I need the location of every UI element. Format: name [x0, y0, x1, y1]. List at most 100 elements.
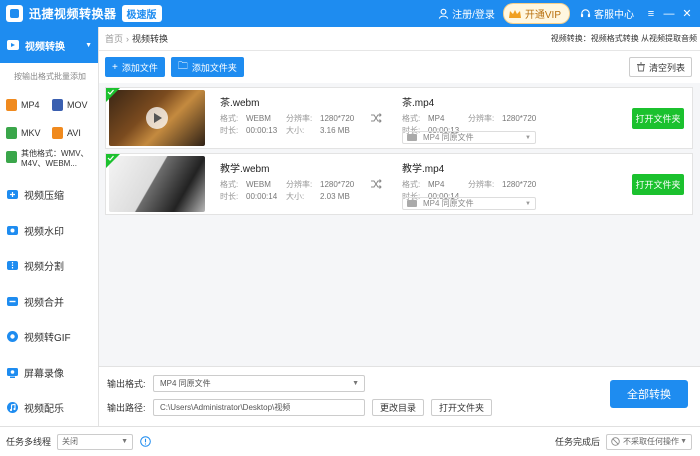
crown-icon — [508, 9, 521, 18]
format-avi[interactable]: AVI — [52, 119, 98, 147]
open-output-folder-button[interactable]: 打开文件夹 — [431, 399, 493, 416]
split-icon — [7, 261, 18, 271]
format-mov[interactable]: MOV — [52, 91, 98, 119]
clear-list-label: 清空列表 — [648, 62, 685, 73]
clear-list-button[interactable]: 清空列表 — [628, 57, 692, 77]
source-duration: 00:00:14 — [246, 192, 278, 201]
output-settings-panel: 输出格式: MP4 同原文件 ▼ 输出路径: C:\Users\Administ… — [99, 366, 700, 426]
format-label: 格式: — [220, 180, 239, 189]
close-button[interactable]: ✕ — [678, 0, 696, 27]
main-panel: 首页 › 视频转换 视频转换：视频格式转换 从视频提取音频 + 添加文件 🗀 添… — [99, 27, 700, 426]
output-format-select[interactable]: MP4 同原文件 ▼ — [402, 131, 536, 144]
sidebar-item-label: 视频配乐 — [24, 404, 64, 416]
breadcrumb-separator: › — [126, 33, 130, 44]
sidebar-item-split[interactable]: 视频分割 — [0, 248, 98, 284]
login-button[interactable]: 注册/登录 — [438, 6, 495, 21]
video-thumbnail[interactable] — [109, 156, 205, 212]
app-title: 迅捷视频转换器 — [29, 7, 117, 21]
sidebar-hint: 按输出格式批量添加 — [14, 72, 86, 81]
sidebar-item-label: 视频压缩 — [24, 191, 64, 203]
after-task-label: 任务完成后 — [554, 437, 600, 447]
checkmark-icon[interactable] — [106, 88, 120, 102]
play-icon[interactable] — [146, 107, 168, 129]
login-label: 注册/登录 — [452, 10, 495, 21]
sidebar-item-video-convert[interactable]: 视频转换 ▼ — [0, 27, 98, 63]
headset-icon — [580, 9, 591, 18]
mp4-file-icon — [6, 99, 17, 111]
sidebar-item-compress[interactable]: 视频压缩 — [0, 177, 98, 213]
source-format: WEBM — [246, 180, 271, 189]
resolution-label: 分辨率: — [286, 180, 313, 189]
toolbar: + 添加文件 🗀 添加文件夹 清空列表 — [99, 51, 700, 83]
output-format-select[interactable]: MP4 同原文件 ▼ — [402, 197, 536, 210]
video-camera-icon — [407, 200, 417, 207]
checkmark-icon[interactable] — [106, 154, 120, 168]
folder-icon: 🗀 — [177, 60, 188, 72]
edition-badge: 极速版 — [121, 5, 162, 22]
trash-icon — [636, 62, 645, 72]
avi-file-icon — [52, 127, 63, 139]
breadcrumb-home[interactable]: 首页 — [105, 32, 123, 45]
breadcrumb-current: 视频转换 — [132, 34, 169, 44]
format-mkv[interactable]: MKV — [6, 119, 52, 147]
shuffle-icon — [371, 113, 382, 123]
shuffle-icon — [371, 179, 382, 189]
output-path-field[interactable]: C:\Users\Administrator\Desktop\视频 — [153, 399, 365, 416]
compress-icon — [7, 190, 18, 200]
sidebar-item-gif[interactable]: 视频转GIF — [0, 319, 98, 355]
chevron-down-icon: ▼ — [680, 438, 687, 445]
format-mp4[interactable]: MP4 — [6, 91, 52, 119]
add-folder-button[interactable]: 🗀 添加文件夹 — [170, 57, 244, 77]
output-format-value: MP4 同原文件 — [423, 199, 474, 208]
open-folder-button[interactable]: 打开文件夹 — [632, 174, 684, 195]
record-icon — [7, 367, 18, 378]
info-icon[interactable] — [140, 436, 151, 447]
video-thumbnail[interactable] — [109, 90, 205, 146]
other-format-line2: M4V、WEBM... — [21, 159, 78, 168]
source-filename: 教学.webm — [220, 164, 270, 175]
list-item: 茶.webm 格式: WEBM 分辨率: 1280*720 时长: 00:00:… — [105, 87, 693, 149]
multithread-label: 任务多线程 — [6, 437, 52, 447]
open-folder-button[interactable]: 打开文件夹 — [632, 108, 684, 129]
convert-all-button[interactable]: 全部转换 — [610, 380, 688, 408]
after-task-select[interactable]: 不采取任何操作 ▼ — [606, 433, 692, 450]
duration-label: 时长: — [220, 126, 239, 135]
status-bar: 任务多线程 关闭 ▼ 任务完成后 不采取任何操作 ▼ — [0, 426, 700, 456]
user-icon — [438, 8, 449, 19]
sidebar-item-music[interactable]: 视频配乐 — [0, 390, 98, 426]
mkv-file-icon — [6, 127, 17, 139]
output-filename: 教学.mp4 — [402, 164, 445, 175]
gif-icon — [7, 331, 18, 343]
sidebar-item-record[interactable]: 屏幕录像 — [0, 355, 98, 391]
add-file-button[interactable]: + 添加文件 — [105, 57, 165, 77]
global-output-format-select[interactable]: MP4 同原文件 ▼ — [153, 375, 365, 392]
list-item: 教学.webm 格式: WEBM 分辨率: 1280*720 时长: 00:00… — [105, 153, 693, 215]
output-path-label: 输出路径: — [107, 403, 146, 413]
sidebar-item-label: 视频水印 — [24, 226, 64, 238]
minimize-button[interactable]: — — [660, 0, 678, 27]
size-label: 大小: — [286, 192, 305, 201]
app-logo-icon — [6, 5, 23, 22]
multithread-value: 关闭 — [62, 437, 79, 446]
source-resolution: 1280*720 — [320, 114, 355, 123]
menu-button[interactable]: ≡ — [642, 0, 660, 27]
sidebar-item-merge[interactable]: 视频合并 — [0, 284, 98, 320]
format-label: 格式: — [402, 114, 421, 123]
sidebar-item-watermark[interactable]: 视频水印 — [0, 213, 98, 249]
video-camera-icon — [407, 134, 417, 141]
page-description: 视频转换：视频格式转换 从视频提取音频 — [550, 34, 697, 43]
music-icon — [7, 402, 18, 414]
merge-icon — [7, 296, 18, 306]
change-directory-button[interactable]: 更改目录 — [372, 399, 425, 416]
output-filename: 茶.mp4 — [402, 98, 435, 109]
format-other[interactable]: 其他格式：WMV、 M4V、WEBM... — [0, 147, 98, 177]
support-center-button[interactable]: 客服中心 — [580, 6, 634, 21]
plus-icon: + — [112, 61, 118, 73]
title-bar: 迅捷视频转换器 极速版 注册/登录 开通VIP 客服中心 ≡ — ✕ — [0, 0, 700, 27]
mov-file-icon — [52, 99, 63, 111]
open-vip-button[interactable]: 开通VIP — [502, 3, 570, 24]
multithread-select[interactable]: 关闭 ▼ — [57, 433, 134, 450]
output-format-value: MP4 同原文件 — [423, 133, 474, 142]
output-format: MP4 — [428, 114, 445, 123]
sidebar-item-label: 视频转GIF — [24, 333, 71, 345]
